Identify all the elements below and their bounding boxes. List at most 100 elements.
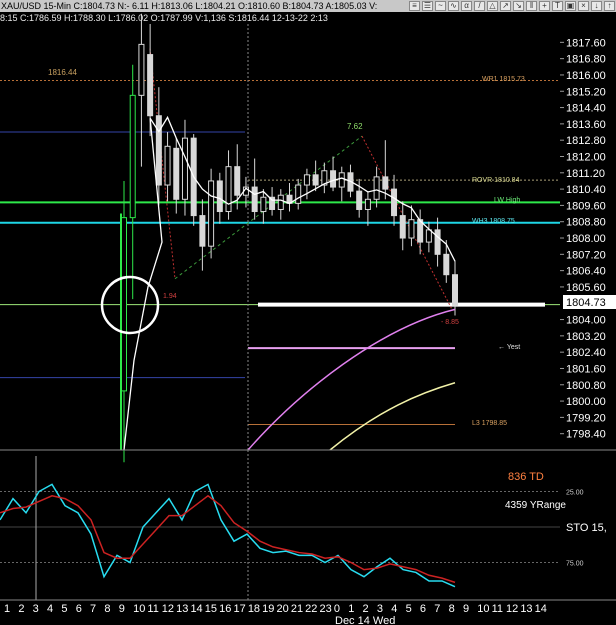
price-tick-label: 1815.20 xyxy=(566,86,606,98)
r1-label: WR1 1815.73 xyxy=(482,76,525,83)
candle-body xyxy=(164,145,171,186)
trend-up-icon[interactable]: ↗ xyxy=(500,1,511,11)
time-tick-label: 23 xyxy=(320,603,332,615)
time-tick-label: 1 xyxy=(348,603,354,615)
candle-body xyxy=(452,274,458,306)
candle-body xyxy=(121,217,127,392)
price-tick-label: 1798.40 xyxy=(566,429,606,441)
wh3-label: WH3 1808.75 xyxy=(472,218,515,225)
time-tick-label: 3 xyxy=(377,603,383,615)
title-bar: XAU/USD 15-Min C:1804.73 N:- 6.11 H:1813… xyxy=(0,0,616,12)
time-tick-label: 5 xyxy=(61,603,67,615)
price-tick-label: 1813.60 xyxy=(566,119,606,131)
yrange-label: 4359 YRange xyxy=(505,500,566,511)
time-tick-label: 10 xyxy=(133,603,145,615)
price-tick-label: 1808.00 xyxy=(566,233,606,245)
time-tick-label: 4 xyxy=(391,603,397,615)
toolbar-icons: ≡ ☰ ~ ∿ α / △ ↗ ↘ ‖ + T ▣ × ↓ ↑ xyxy=(408,0,616,12)
alpha-icon[interactable]: α xyxy=(461,1,472,11)
price-tick-label: 1807.20 xyxy=(566,249,606,261)
wave-icon[interactable]: ~ xyxy=(435,1,446,11)
menu-icon[interactable]: ☰ xyxy=(422,1,433,11)
candle-body xyxy=(181,137,188,200)
candle-body xyxy=(434,229,441,255)
down-arrow-icon[interactable]: ↓ xyxy=(591,1,602,11)
chart-canvas: 1817.60 1816.80 1816.00 1815.20 1814.40 1813.… xyxy=(0,0,616,625)
candle-body xyxy=(277,194,284,210)
text-icon[interactable]: T xyxy=(552,1,563,11)
candle-body xyxy=(216,180,223,213)
left-high-label: 1816.44 xyxy=(48,68,77,77)
candle-body xyxy=(138,43,145,96)
price-tick-label: 1800.00 xyxy=(566,396,606,408)
lock-icon[interactable]: ▣ xyxy=(565,1,576,11)
sto-label: STO 15, xyxy=(566,522,607,534)
time-axis: 1 2 3 4 5 6 7 8 9 10 11 12 13 14 15 16 17 18 19 20 21 22 23 0 1 2… xyxy=(0,599,616,625)
price-tick-label: 1800.80 xyxy=(566,380,606,392)
bar-icon[interactable]: ‖ xyxy=(526,1,537,11)
sine-icon[interactable]: ∿ xyxy=(448,1,459,11)
time-tick-label: 13 xyxy=(176,603,188,615)
time-tick-label: 12 xyxy=(162,603,174,615)
close-icon[interactable]: × xyxy=(578,1,589,11)
candle-body xyxy=(408,219,415,239)
time-tick-label: 8 xyxy=(449,603,455,615)
time-tick-label: 3 xyxy=(33,603,39,615)
time-tick-label: 11 xyxy=(492,603,503,615)
price-tick-label: 1814.40 xyxy=(566,103,606,115)
price-tick-label: 1804.00 xyxy=(566,315,606,327)
price-tick-label: 1805.60 xyxy=(566,282,606,294)
time-tick-label: 16 xyxy=(219,603,231,615)
time-tick-label: 0 xyxy=(334,603,340,615)
time-tick-label: 5 xyxy=(406,603,412,615)
price-tick-label: 1801.60 xyxy=(566,363,606,375)
price-tick-label: 1806.40 xyxy=(566,266,606,278)
candle-body xyxy=(199,215,206,247)
crosshair-icon[interactable]: + xyxy=(539,1,550,11)
candle-body xyxy=(399,215,406,239)
candle-body xyxy=(173,147,180,200)
time-tick-label: 2 xyxy=(18,603,24,615)
date-label: Dec 14 Wed xyxy=(335,615,395,625)
yest-label: ← Yest xyxy=(498,344,520,351)
price-tick-label: 1811.20 xyxy=(566,168,605,180)
price-tick-label: 1803.20 xyxy=(566,331,606,343)
l3-label: L3 1798.85 xyxy=(472,420,507,427)
price-tick-label: 1812.00 xyxy=(566,151,606,163)
candle-body xyxy=(382,176,389,190)
time-tick-label: 22 xyxy=(305,603,317,615)
time-tick-label: 9 xyxy=(119,603,125,615)
time-tick-label: 9 xyxy=(463,603,469,615)
time-tick-label: 11 xyxy=(147,603,158,615)
candle-body xyxy=(147,54,154,117)
time-tick-label: 4 xyxy=(47,603,53,615)
time-tick-label: 7 xyxy=(434,603,440,615)
sto-tick-label: 25.00 xyxy=(566,490,584,497)
trend-down-icon[interactable]: ↘ xyxy=(513,1,524,11)
ticker-readout: XAU/USD 15-Min C:1804.73 N:- 6.11 H:1813… xyxy=(1,1,378,11)
line-icon[interactable]: / xyxy=(474,1,485,11)
candle-body xyxy=(155,115,162,186)
candle-body xyxy=(234,166,241,196)
chart-background xyxy=(0,0,616,625)
candle-body xyxy=(373,176,380,200)
triangle-icon[interactable]: △ xyxy=(487,1,498,11)
price-tick-label: 1799.20 xyxy=(566,412,606,424)
lines-icon[interactable]: ≡ xyxy=(409,1,420,11)
price-tick-label: 1812.80 xyxy=(566,135,606,147)
time-tick-label: 21 xyxy=(291,603,303,615)
candle-body xyxy=(295,184,302,204)
time-tick-label: 10 xyxy=(477,603,489,615)
swing-label: 7.62 xyxy=(347,122,363,131)
current-price-label: 1804.73 xyxy=(566,297,606,309)
price-tick-label: 1808.80 xyxy=(566,217,606,229)
sto-tick-label: 75.00 xyxy=(566,561,584,568)
up-arrow-icon[interactable]: ↑ xyxy=(604,1,615,11)
candle-body xyxy=(129,94,136,219)
rover-label: ROVR 1810.84 xyxy=(472,177,520,184)
candle-body xyxy=(356,190,363,210)
time-tick-label: 6 xyxy=(420,603,426,615)
candle-body xyxy=(425,229,432,243)
candle-body xyxy=(260,196,267,213)
candle-body xyxy=(330,170,337,188)
